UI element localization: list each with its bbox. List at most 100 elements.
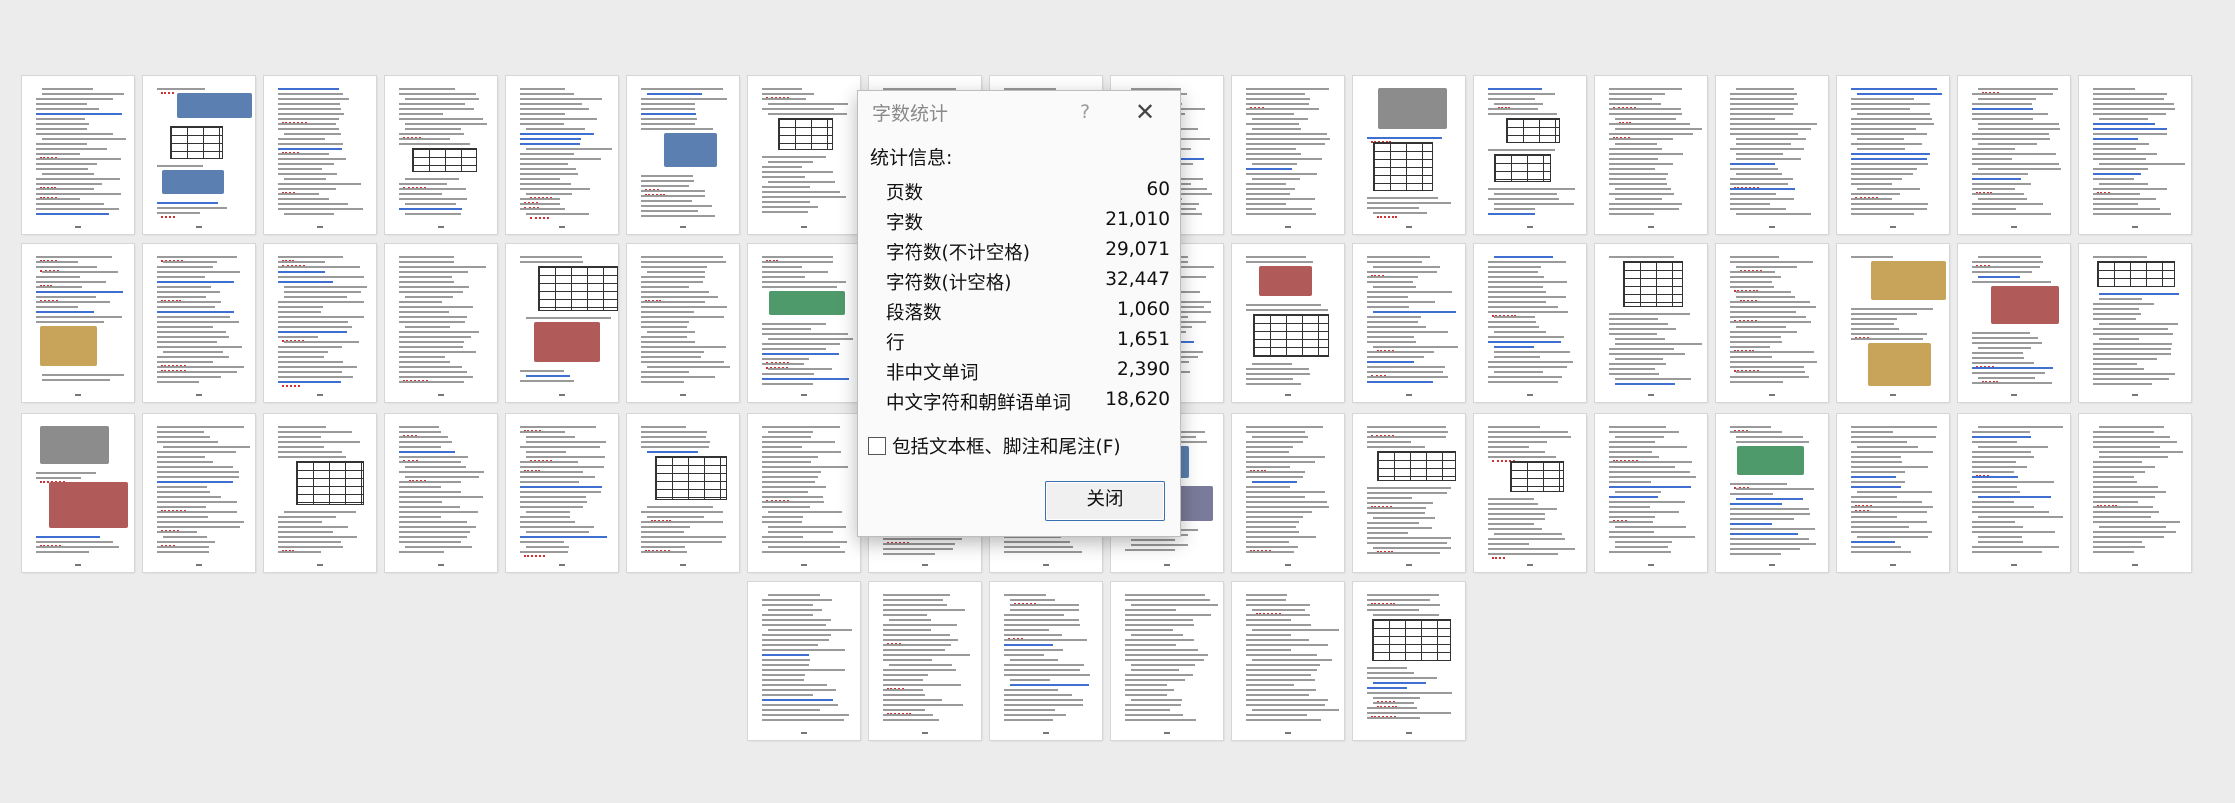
page-thumbnail[interactable] [2079, 244, 2191, 402]
thumbnail-text-line [1010, 684, 1089, 686]
page-thumbnail[interactable] [1353, 76, 1465, 234]
page-thumbnail[interactable] [1353, 244, 1465, 402]
thumbnail-text-line [1488, 301, 1546, 303]
page-thumbnail[interactable] [869, 582, 981, 740]
page-thumbnail[interactable] [506, 76, 618, 234]
page-thumbnail[interactable] [2079, 76, 2191, 234]
thumbnail-text-line [399, 276, 452, 278]
thumbnail-text-line [762, 286, 837, 288]
page-thumbnail[interactable] [264, 414, 376, 572]
page-thumbnail[interactable] [1474, 244, 1586, 402]
thumbnail-text-line [1609, 506, 1650, 508]
page-thumbnail[interactable] [627, 414, 739, 572]
page-thumbnail[interactable] [22, 244, 134, 402]
page-thumbnail[interactable] [1353, 582, 1465, 740]
thumbnail-text-line [157, 426, 244, 428]
page-thumbnail[interactable] [1837, 76, 1949, 234]
thumbnail-text-line [1851, 213, 1914, 215]
thumbnail-text-line [1609, 183, 1667, 185]
page-thumbnail[interactable] [990, 582, 1102, 740]
thumbnail-text-line [762, 333, 848, 335]
page-thumbnail[interactable] [1232, 76, 1344, 234]
page-thumbnail[interactable] [264, 76, 376, 234]
page-thumbnail[interactable] [506, 244, 618, 402]
thumbnail-text-line [1615, 128, 1702, 130]
page-thumbnail[interactable] [1958, 414, 2070, 572]
page-thumbnail[interactable] [1716, 414, 1828, 572]
thumbnail-text-line [1004, 541, 1070, 543]
page-thumbnail[interactable] [1232, 244, 1344, 402]
thumbnail-text-line [1246, 511, 1312, 513]
thumbnail-text-line [36, 321, 104, 323]
thumbnail-text-line [1851, 338, 1923, 340]
thumbnail-text-line [1246, 123, 1299, 125]
thumbnail-text-line [399, 291, 463, 293]
thumbnail-text-line [399, 471, 484, 473]
page-thumbnail[interactable] [385, 76, 497, 234]
thumbnail-text-line [157, 451, 236, 453]
page-thumbnail[interactable] [506, 414, 618, 572]
page-thumbnail[interactable] [143, 414, 255, 572]
thumbnail-text-line [1730, 188, 1795, 190]
page-thumbnail[interactable] [748, 582, 860, 740]
page-thumbnail[interactable] [1111, 582, 1223, 740]
thumbnail-text-line [1252, 709, 1339, 711]
page-thumbnail[interactable] [1595, 76, 1707, 234]
thumbnail-text-line [1609, 481, 1651, 483]
page-thumbnail[interactable] [1595, 244, 1707, 402]
thumbnail-text-line [1851, 143, 1922, 145]
thumbnail-text-line [1609, 123, 1690, 125]
page-thumbnail[interactable] [627, 76, 739, 234]
page-thumbnail[interactable] [1958, 244, 2070, 402]
thumbnail-figure [1737, 446, 1804, 475]
thumbnail-text-line [1246, 383, 1301, 385]
thumbnail-text-line [762, 466, 848, 468]
thumbnail-text-line [641, 281, 703, 283]
page-thumbnail[interactable] [264, 244, 376, 402]
page-thumbnail[interactable] [1716, 76, 1828, 234]
page-thumbnail[interactable] [1716, 244, 1828, 402]
thumbnail-text-line [2093, 436, 2170, 438]
page-thumbnail[interactable] [1837, 244, 1949, 402]
thumbnail-text-line [1488, 446, 1529, 448]
thumbnail-text-line [1851, 521, 1927, 523]
page-thumbnail[interactable] [748, 244, 860, 402]
thumbnail-text-line [1246, 143, 1325, 145]
page-thumbnail[interactable] [1353, 414, 1465, 572]
thumbnail-text-line [42, 93, 124, 95]
page-thumbnail[interactable] [1474, 76, 1586, 234]
thumbnail-text-line [1246, 198, 1315, 200]
thumbnail-text-line [1488, 451, 1545, 453]
page-thumbnail[interactable] [143, 76, 255, 234]
thumbnail-text-line [1730, 341, 1782, 343]
thumbnail-text-line [2093, 193, 2140, 195]
thumbnail-text-line [1851, 158, 1927, 160]
page-thumbnail[interactable] [1595, 414, 1707, 572]
page-thumbnail[interactable] [1232, 414, 1344, 572]
page-thumbnail[interactable] [143, 244, 255, 402]
thumbnail-text-line [278, 326, 352, 328]
close-button[interactable]: 关闭 [1045, 481, 1165, 521]
page-thumbnail[interactable] [22, 76, 134, 234]
page-thumbnail[interactable] [627, 244, 739, 402]
thumbnail-figure [1871, 261, 1946, 300]
thumbnail-text-line [1488, 108, 1538, 110]
page-thumbnail[interactable] [1232, 582, 1344, 740]
page-thumbnail[interactable] [748, 414, 860, 572]
page-thumbnail[interactable] [1474, 414, 1586, 572]
page-thumbnail[interactable] [385, 244, 497, 402]
page-thumbnail[interactable] [22, 414, 134, 572]
thumbnail-text-line [1367, 326, 1426, 328]
page-thumbnail[interactable] [1837, 414, 1949, 572]
thumbnail-text-line [157, 521, 244, 523]
page-thumbnail[interactable] [1958, 76, 2070, 234]
thumbnail-text-line [1851, 198, 1892, 200]
close-icon[interactable]: ✕ [1128, 97, 1162, 127]
help-button[interactable]: ? [1068, 97, 1102, 127]
page-thumbnail[interactable] [385, 414, 497, 572]
page-thumbnail[interactable] [748, 76, 860, 234]
thumbnail-text-line [157, 202, 218, 204]
page-thumbnail[interactable] [2079, 414, 2191, 572]
include-checkbox[interactable] [868, 437, 886, 455]
thumbnail-text-line [2093, 113, 2166, 115]
